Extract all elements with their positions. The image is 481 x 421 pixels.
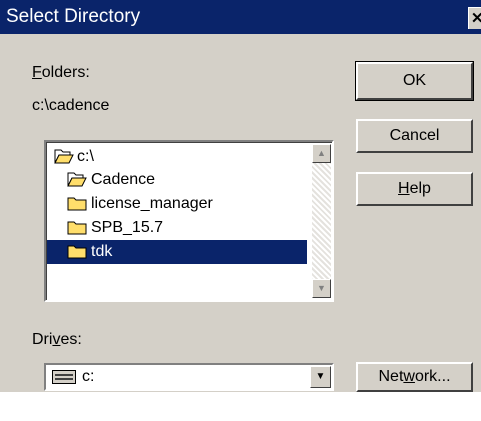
folder-item-label: SPB_15.7 [91, 219, 164, 236]
drives-dropdown-button[interactable]: ▼ [310, 366, 331, 388]
network-button[interactable]: Network... [356, 362, 473, 392]
select-directory-dialog: Select Directory ✕ Folders: c:\cadence c… [0, 0, 481, 392]
scroll-up-button[interactable]: ▲ [312, 144, 331, 163]
cancel-button[interactable]: Cancel [356, 119, 473, 153]
folder-item-spb[interactable]: SPB_15.7 [47, 216, 307, 240]
arrow-down-icon: ▼ [317, 283, 326, 293]
folder-item-tdk[interactable]: tdk [47, 240, 307, 264]
folder-list[interactable]: c:\ Cadence license_manager SPB_15.7 tdk… [44, 140, 334, 302]
drive-value: c: [82, 368, 95, 385]
folder-list-scrollbar[interactable]: ▲ ▼ [312, 144, 331, 298]
open-folder-icon [54, 149, 74, 164]
folder-item-cadence[interactable]: Cadence [47, 168, 307, 192]
title-bar[interactable]: Select Directory ✕ [0, 0, 481, 34]
ok-button[interactable]: OK [355, 61, 474, 101]
folders-label: Folders: [32, 64, 90, 81]
folder-icon [67, 245, 87, 259]
folder-icon [67, 197, 87, 211]
arrow-up-icon: ▲ [317, 148, 326, 158]
folder-item-label: Cadence [91, 171, 156, 188]
drives-label: Drives: [32, 331, 82, 348]
close-button[interactable]: ✕ [468, 7, 481, 29]
close-icon: ✕ [471, 10, 481, 27]
scroll-down-button[interactable]: ▼ [312, 279, 331, 298]
open-folder-icon [67, 172, 87, 187]
chevron-down-icon: ▼ [315, 371, 326, 382]
drives-dropdown[interactable]: c: ▼ [44, 363, 334, 391]
folder-item-label: c:\ [77, 148, 94, 165]
drive-icon [52, 370, 76, 384]
current-path: c:\cadence [32, 97, 110, 114]
folder-icon [67, 221, 87, 235]
folder-item-label: license_manager [91, 195, 213, 212]
folder-item-root[interactable]: c:\ [47, 145, 307, 169]
folder-item-label: tdk [91, 243, 113, 260]
window-title: Select Directory [6, 6, 141, 27]
folder-item-license-manager[interactable]: license_manager [47, 192, 307, 216]
help-button[interactable]: Help [356, 172, 473, 206]
